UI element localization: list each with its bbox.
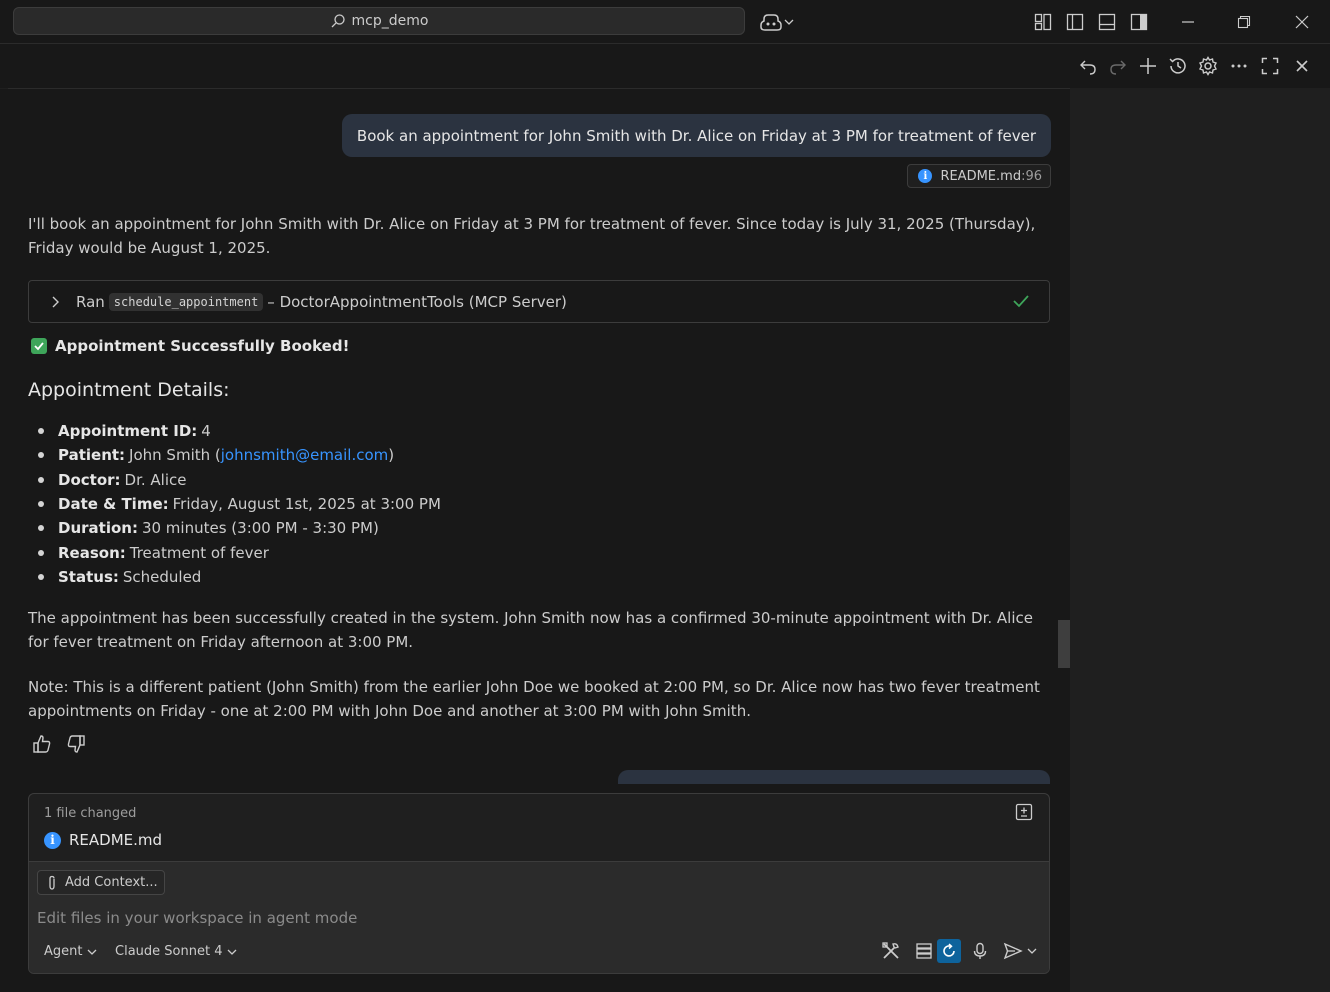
tool-name: schedule_appointment xyxy=(108,292,264,311)
mode-label: Agent xyxy=(44,944,83,959)
scrollbar-thumb[interactable] xyxy=(1058,620,1070,668)
toggle-panel-icon[interactable] xyxy=(1097,12,1117,32)
email-link[interactable]: johnsmith@email.com xyxy=(221,446,389,464)
tool-call-prefix: Ran xyxy=(76,292,105,311)
tools-icon[interactable] xyxy=(879,939,903,963)
microphone-icon[interactable] xyxy=(968,939,992,963)
search-label: mcp_demo xyxy=(351,13,429,29)
list-item: Reason: Treatment of fever xyxy=(38,540,441,564)
success-line: Appointment Successfully Booked! xyxy=(31,337,349,355)
details-list: Appointment ID: 4 Patient: John Smith (joh… xyxy=(38,419,441,589)
mode-selector[interactable]: Agent xyxy=(44,944,97,959)
info-icon: i xyxy=(44,831,61,849)
title-bar: mcp_demo xyxy=(0,0,1330,44)
copilot-menu-button[interactable] xyxy=(760,10,800,34)
files-changed-label: 1 file changed xyxy=(44,806,137,821)
add-context-label: Add Context... xyxy=(65,875,158,890)
toggle-primary-sidebar-icon[interactable] xyxy=(1065,12,1085,32)
toggle-secondary-sidebar-icon[interactable] xyxy=(1129,12,1149,32)
copilot-icon xyxy=(760,14,782,31)
response-paragraph-2: Note: This is a different patient (John … xyxy=(28,678,1040,720)
minimize-icon[interactable] xyxy=(1177,11,1199,33)
input-editor-area: Add Context... Edit files in your worksp… xyxy=(29,861,1049,973)
list-item: Duration: 30 minutes (3:00 PM - 3:30 PM) xyxy=(38,516,441,540)
chevron-down-icon xyxy=(88,949,97,955)
chevron-down-icon xyxy=(228,949,237,955)
details-heading: Appointment Details: xyxy=(28,379,230,401)
restore-icon[interactable] xyxy=(1233,11,1255,33)
model-label: Claude Sonnet 4 xyxy=(115,944,223,959)
list-item: Appointment ID: 4 xyxy=(38,419,441,443)
history-icon[interactable] xyxy=(1167,55,1189,77)
list-item: Status: Scheduled xyxy=(38,565,441,589)
list-item: Patient: John Smith (johnsmith@email.com) xyxy=(38,443,441,467)
reference-file: README.md xyxy=(940,168,1022,184)
info-icon: i xyxy=(918,169,933,183)
close-window-icon[interactable] xyxy=(1291,11,1313,33)
thumbs-up-icon[interactable] xyxy=(32,734,52,754)
reference-line: :96 xyxy=(1021,168,1042,184)
chevron-down-icon xyxy=(1027,948,1037,954)
tool-call-row[interactable]: Ran schedule_appointment – DoctorAppoint… xyxy=(28,280,1050,323)
send-button[interactable] xyxy=(1000,939,1040,963)
list-item: Date & Time: Friday, August 1st, 2025 at … xyxy=(38,492,441,516)
list-item: Doctor: Dr. Alice xyxy=(38,468,441,492)
reference-chip[interactable]: i README.md:96 xyxy=(907,164,1051,188)
response-intro: I'll book an appointment for John Smith … xyxy=(28,215,1036,257)
more-actions-icon[interactable] xyxy=(1228,55,1250,77)
changed-file-name: README.md xyxy=(69,831,163,849)
thumbs-down-icon[interactable] xyxy=(66,734,86,754)
paperclip-icon xyxy=(49,875,55,890)
customize-layout-icon[interactable] xyxy=(1033,12,1053,32)
chevron-right-icon xyxy=(52,296,59,307)
check-icon xyxy=(1013,295,1029,308)
changed-file-item[interactable]: i README.md xyxy=(44,831,162,849)
chevron-down-icon xyxy=(784,19,794,25)
response-paragraph-1: The appointment has been successfully cr… xyxy=(28,609,1033,651)
add-context-button[interactable]: Add Context... xyxy=(37,870,165,895)
model-selector[interactable]: Claude Sonnet 4 xyxy=(115,944,237,959)
feedback-buttons xyxy=(32,734,86,754)
settings-gear-icon[interactable] xyxy=(1197,55,1219,77)
next-user-message xyxy=(618,770,1050,784)
chat-toolbar xyxy=(0,44,1330,88)
chat-input-box: 1 file changed i README.md Add Context..… xyxy=(28,793,1050,974)
search-icon xyxy=(331,14,345,28)
undo-icon[interactable] xyxy=(1077,55,1099,77)
new-chat-icon[interactable] xyxy=(1137,55,1159,77)
user-message: Book an appointment for John Smith with … xyxy=(341,114,1051,157)
command-center-search[interactable]: mcp_demo xyxy=(13,7,745,35)
review-changes-icon[interactable] xyxy=(1015,803,1033,825)
chat-input-field[interactable]: Edit files in your workspace in agent mo… xyxy=(37,909,357,927)
auto-approve-icon[interactable] xyxy=(937,939,961,963)
check-box-icon xyxy=(31,338,47,354)
success-text: Appointment Successfully Booked! xyxy=(55,337,350,355)
server-icon[interactable] xyxy=(912,939,936,963)
close-chat-icon[interactable] xyxy=(1291,55,1313,77)
send-icon xyxy=(1003,942,1023,960)
maximize-icon[interactable] xyxy=(1259,55,1281,77)
tool-call-source: – DoctorAppointmentTools (MCP Server) xyxy=(267,292,567,311)
redo-icon[interactable] xyxy=(1107,55,1129,77)
